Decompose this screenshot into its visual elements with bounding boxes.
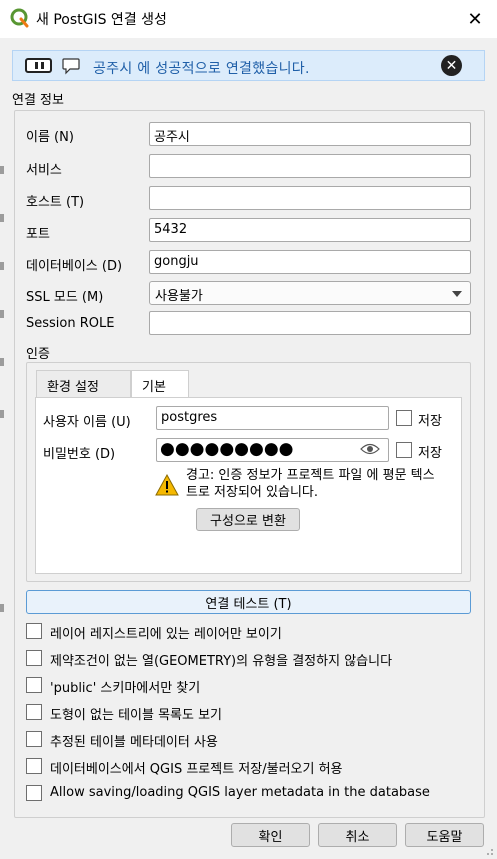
- store-password-checkbox[interactable]: [396, 442, 412, 458]
- eye-icon[interactable]: [360, 442, 380, 456]
- resize-grip-icon[interactable]: [484, 846, 494, 856]
- close-icon: ✕: [467, 8, 483, 30]
- message-bar: 공주시 에 성공적으로 연결했습니다. ✕: [12, 50, 485, 81]
- side-marker: [0, 166, 4, 174]
- section-title: 연결 정보: [12, 93, 64, 108]
- cancel-button[interactable]: 취소: [318, 823, 397, 847]
- port-input[interactable]: 5432: [149, 218, 471, 242]
- database-input[interactable]: gongju: [149, 250, 471, 274]
- service-label: 서비스: [26, 163, 62, 178]
- option-label: 데이터베이스에서 QGIS 프로젝트 저장/불러오기 허용: [50, 762, 343, 777]
- option-label: 레이어 레지스트리에 있는 레이어만 보이기: [50, 627, 282, 642]
- message-text: 공주시 에 성공적으로 연결했습니다.: [93, 61, 310, 77]
- option-checkbox[interactable]: [26, 785, 42, 801]
- ssl-mode-value: 사용불가: [155, 289, 203, 304]
- password-label: 비밀번호 (D): [43, 447, 116, 462]
- username-label: 사용자 이름 (U): [43, 415, 131, 430]
- option-label: 추정된 테이블 메타데이터 사용: [50, 735, 218, 750]
- ok-button[interactable]: 확인: [231, 823, 310, 847]
- close-window-button[interactable]: ✕: [458, 4, 492, 34]
- title-bar: 새 PostGIS 연결 생성 ✕: [0, 0, 497, 38]
- option-checkbox[interactable]: [26, 650, 42, 666]
- side-marker: [0, 214, 4, 222]
- service-input[interactable]: [149, 154, 471, 178]
- qgis-logo-icon: [10, 8, 29, 28]
- database-label: 데이터베이스 (D): [26, 259, 123, 274]
- close-icon: ✕: [445, 57, 458, 74]
- option-label: 'public' 스키마에서만 찾기: [50, 681, 201, 696]
- pause-icon[interactable]: [25, 58, 52, 73]
- host-label: 호스트 (T): [26, 195, 85, 210]
- option-label: 도형이 없는 테이블 목록도 보기: [50, 708, 223, 723]
- side-marker: [0, 410, 4, 418]
- ssl-mode-label: SSL 모드 (M): [26, 290, 104, 305]
- auth-label: 인증: [26, 347, 50, 362]
- tab-basic[interactable]: 기본: [131, 370, 189, 399]
- name-label: 이름 (N): [26, 130, 74, 145]
- warning-icon: [155, 474, 179, 496]
- store-username-label: 저장: [418, 414, 442, 429]
- username-input[interactable]: postgres: [156, 406, 389, 430]
- side-marker: [0, 358, 4, 366]
- dismiss-message-button[interactable]: ✕: [441, 55, 462, 76]
- option-checkbox[interactable]: [26, 677, 42, 693]
- side-marker: [0, 310, 4, 318]
- store-password-label: 저장: [418, 446, 442, 461]
- speech-bubble-icon: [62, 58, 80, 75]
- ssl-mode-select[interactable]: 사용불가: [149, 281, 471, 305]
- side-marker: [0, 604, 4, 612]
- option-checkbox[interactable]: [26, 623, 42, 639]
- test-connection-button[interactable]: 연결 테스트 (T): [26, 590, 471, 614]
- window-title: 새 PostGIS 연결 생성: [36, 12, 167, 28]
- plaintext-warning: 경고: 인증 정보가 프로젝트 파일 에 평문 텍스트로 저장되어 있습니다.: [186, 468, 435, 500]
- chevron-down-icon: [452, 291, 462, 297]
- option-checkbox[interactable]: [26, 704, 42, 720]
- password-mask: ●●●●●●●●●: [160, 439, 294, 459]
- option-label: 제약조건이 없는 열(GEOMETRY)의 유형을 결정하지 않습니다: [50, 654, 393, 669]
- session-role-input[interactable]: [149, 311, 471, 335]
- port-label: 포트: [26, 227, 50, 242]
- store-username-checkbox[interactable]: [396, 410, 412, 426]
- convert-to-config-button[interactable]: 구성으로 변환: [196, 508, 300, 531]
- session-role-label: Session ROLE: [26, 316, 115, 331]
- option-label: Allow saving/loading QGIS layer metadata…: [50, 785, 430, 800]
- side-marker: [0, 262, 4, 270]
- tab-config[interactable]: 환경 설정: [36, 370, 131, 398]
- host-input[interactable]: [149, 186, 471, 210]
- help-button[interactable]: 도움말: [405, 823, 484, 847]
- name-input[interactable]: 공주시: [149, 122, 471, 146]
- option-checkbox[interactable]: [26, 758, 42, 774]
- option-checkbox[interactable]: [26, 731, 42, 747]
